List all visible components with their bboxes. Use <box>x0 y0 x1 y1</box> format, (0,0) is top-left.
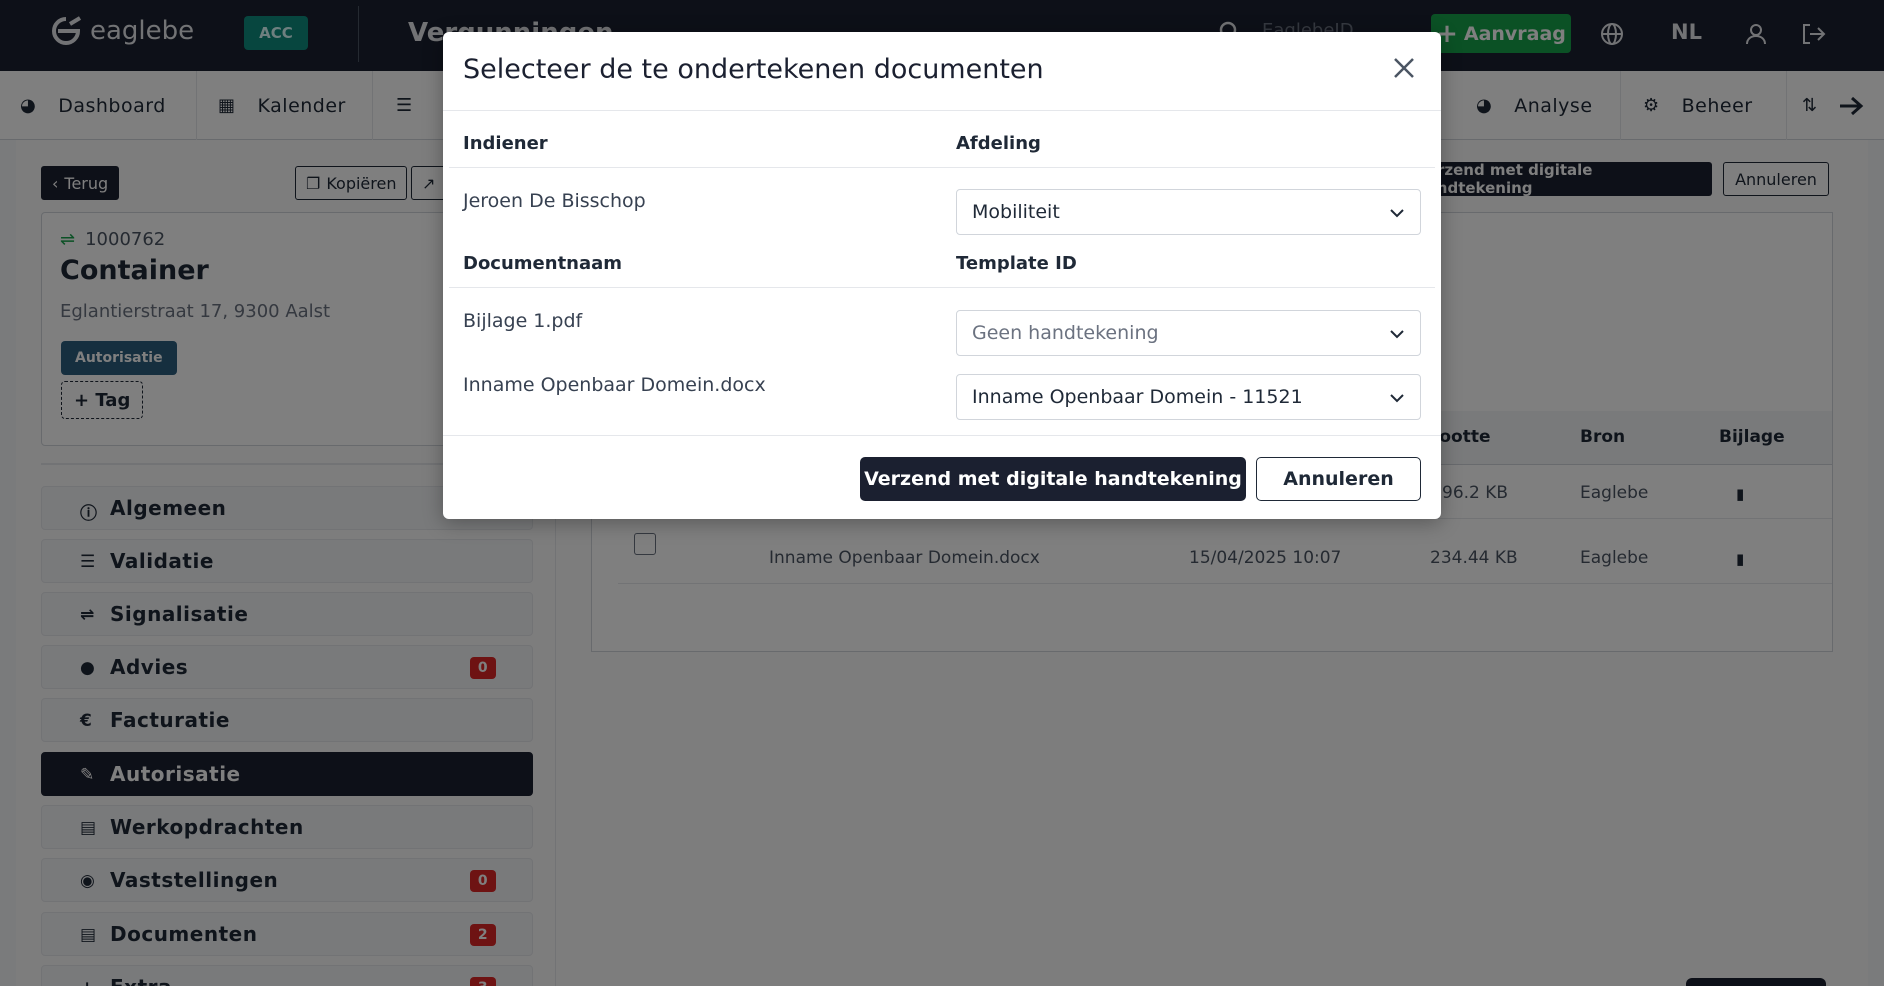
divider <box>449 167 1435 168</box>
cancel-button[interactable]: Annuleren <box>1256 457 1421 501</box>
close-icon[interactable] <box>1390 54 1418 82</box>
template-value: Inname Openbaar Domein - 11521 <box>972 386 1303 408</box>
document-name: Bijlage 1.pdf <box>463 310 583 332</box>
header-afdeling: Afdeling <box>956 133 1041 154</box>
divider <box>443 435 1441 436</box>
chevron-down-icon <box>1390 330 1404 339</box>
header-documentnaam: Documentnaam <box>463 253 623 274</box>
divider <box>449 287 1435 288</box>
header-indiener: Indiener <box>463 133 548 154</box>
send-signature-button[interactable]: Verzend met digitale handtekening <box>860 457 1246 501</box>
chevron-down-icon <box>1390 394 1404 403</box>
divider <box>443 110 1441 111</box>
afdeling-value: Mobiliteit <box>972 201 1060 223</box>
chevron-down-icon <box>1390 209 1404 218</box>
sign-documents-modal: Selecteer de te ondertekenen documenten … <box>443 32 1441 519</box>
template-select[interactable]: Inname Openbaar Domein - 11521 <box>956 374 1421 420</box>
indiener-name: Jeroen De Bisschop <box>463 190 646 212</box>
header-template-id: Template ID <box>956 253 1077 274</box>
modal-title: Selecteer de te ondertekenen documenten <box>463 54 1044 85</box>
template-select[interactable]: Geen handtekening <box>956 310 1421 356</box>
afdeling-select[interactable]: Mobiliteit <box>956 189 1421 235</box>
document-name: Inname Openbaar Domein.docx <box>463 374 766 396</box>
template-value: Geen handtekening <box>972 322 1159 344</box>
